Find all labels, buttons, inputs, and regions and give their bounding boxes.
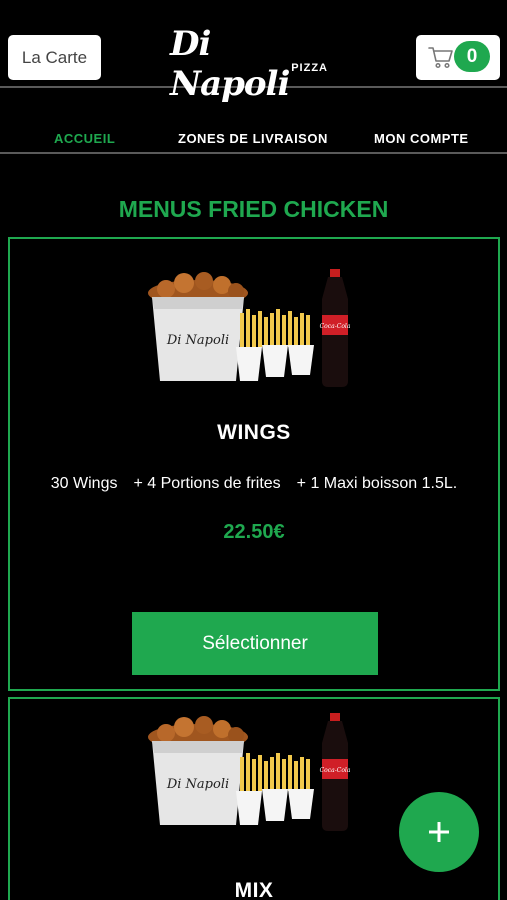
cart-count-badge: 0 — [454, 41, 490, 72]
bucket-label: Di Napoli — [166, 777, 229, 792]
product-image: Di Napoli Coca-Cola — [148, 713, 351, 831]
product-description: 30 Wings + 4 Portions de frites + 1 Maxi… — [10, 475, 498, 493]
logo[interactable]: Di Napoli PIZZA — [170, 24, 340, 104]
app-header: La Carte Di Napoli PIZZA 0 — [0, 0, 507, 104]
plus-icon — [429, 822, 449, 842]
la-carte-button[interactable]: La Carte — [8, 35, 101, 80]
nav-accueil[interactable]: ACCUEIL — [54, 131, 115, 146]
logo-subtext: PIZZA — [291, 62, 328, 74]
bottle-label: Coca-Cola — [320, 323, 351, 330]
description-item: + 4 Portions de frites — [133, 475, 281, 492]
description-item: 30 Wings — [50, 475, 118, 492]
product-image: Di Napoli Coca-Cola — [148, 269, 351, 387]
product-card: Di Napoli Coca-Cola WINGS 30 Wings + 4 P… — [8, 237, 500, 691]
main-nav: ACCUEIL ZONES DE LIVRAISON MON COMPTE — [0, 122, 507, 154]
nav-zones-de-livraison[interactable]: ZONES DE LIVRAISON — [178, 131, 328, 146]
product-title: MIX — [234, 879, 274, 900]
cart-icon — [428, 47, 453, 69]
select-button[interactable]: Sélectionner — [132, 612, 378, 675]
product-price: 22.50€ — [223, 521, 285, 543]
nav-mon-compte[interactable]: MON COMPTE — [374, 131, 469, 146]
cart-button[interactable]: 0 — [416, 35, 500, 80]
bottle-label: Coca-Cola — [320, 767, 351, 774]
description-item: + 1 Maxi boisson 1.5L. — [296, 475, 458, 492]
section-title: MENUS FRIED CHICKEN — [118, 196, 389, 222]
product-title: WINGS — [217, 421, 291, 444]
bucket-label: Di Napoli — [166, 333, 229, 348]
add-fab-button[interactable] — [399, 792, 479, 872]
